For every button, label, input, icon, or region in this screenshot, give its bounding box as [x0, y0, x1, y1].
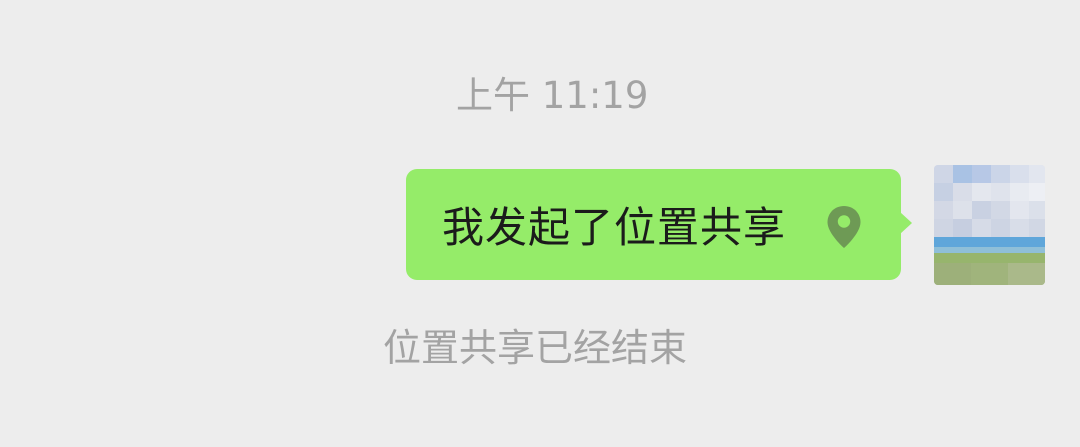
location-pin-icon: [826, 205, 862, 249]
bubble-tail: [900, 212, 912, 234]
location-share-message-bubble[interactable]: 我发起了位置共享: [406, 169, 901, 280]
message-text: 我发起了位置共享: [442, 203, 787, 252]
location-share-ended-notice: 位置共享已经结束: [383, 326, 688, 370]
message-timestamp: 上午 11:19: [456, 74, 649, 117]
avatar[interactable]: [934, 165, 1045, 285]
